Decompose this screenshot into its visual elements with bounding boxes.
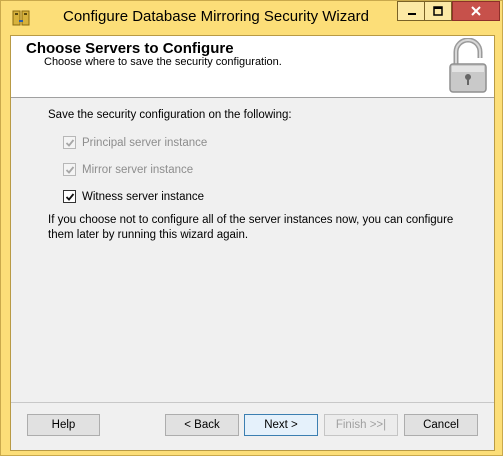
finish-button[interactable]: Finish >>| [324, 414, 398, 436]
maximize-icon [433, 6, 443, 16]
title-bar[interactable]: Configure Database Mirroring Security Wi… [1, 1, 503, 35]
page-subtitle: Choose where to save the security config… [44, 56, 282, 68]
checkmark-icon [65, 165, 74, 174]
instruction-text: Save the security configuration on the f… [48, 109, 292, 121]
wizard-window: Configure Database Mirroring Security Wi… [0, 0, 503, 456]
maximize-button[interactable] [424, 1, 452, 21]
checkmark-icon [65, 192, 74, 201]
window-title: Configure Database Mirroring Security Wi… [63, 8, 369, 25]
close-button[interactable] [452, 1, 500, 21]
principal-checkbox-label: Principal server instance [82, 136, 208, 149]
info-note: If you choose not to configure all of th… [48, 214, 454, 241]
mirror-checkbox-label: Mirror server instance [82, 163, 194, 176]
close-icon [471, 6, 481, 16]
next-button[interactable]: Next > [244, 414, 318, 436]
checkmark-icon [65, 138, 74, 147]
page-header: Choose Servers to Configure Choose where… [11, 36, 494, 98]
mirror-checkbox[interactable]: Mirror server instance [63, 163, 193, 176]
minimize-icon [407, 13, 416, 15]
back-button[interactable]: < Back [165, 414, 239, 436]
minimize-button[interactable] [397, 1, 425, 21]
checkbox-box[interactable] [63, 136, 76, 149]
button-divider [11, 402, 494, 403]
cancel-button[interactable]: Cancel [404, 414, 478, 436]
checkbox-box[interactable] [63, 163, 76, 176]
witness-checkbox-label: Witness server instance [82, 190, 205, 203]
page-title: Choose Servers to Configure [26, 40, 234, 57]
checkbox-box[interactable] [63, 190, 76, 203]
wizard-body: Choose Servers to Configure Choose where… [10, 35, 495, 451]
principal-checkbox[interactable]: Principal server instance [63, 136, 207, 149]
padlock-icon [449, 38, 487, 93]
help-button[interactable]: Help [27, 414, 100, 436]
witness-checkbox[interactable]: Witness server instance [63, 190, 204, 203]
database-icon [12, 10, 30, 26]
